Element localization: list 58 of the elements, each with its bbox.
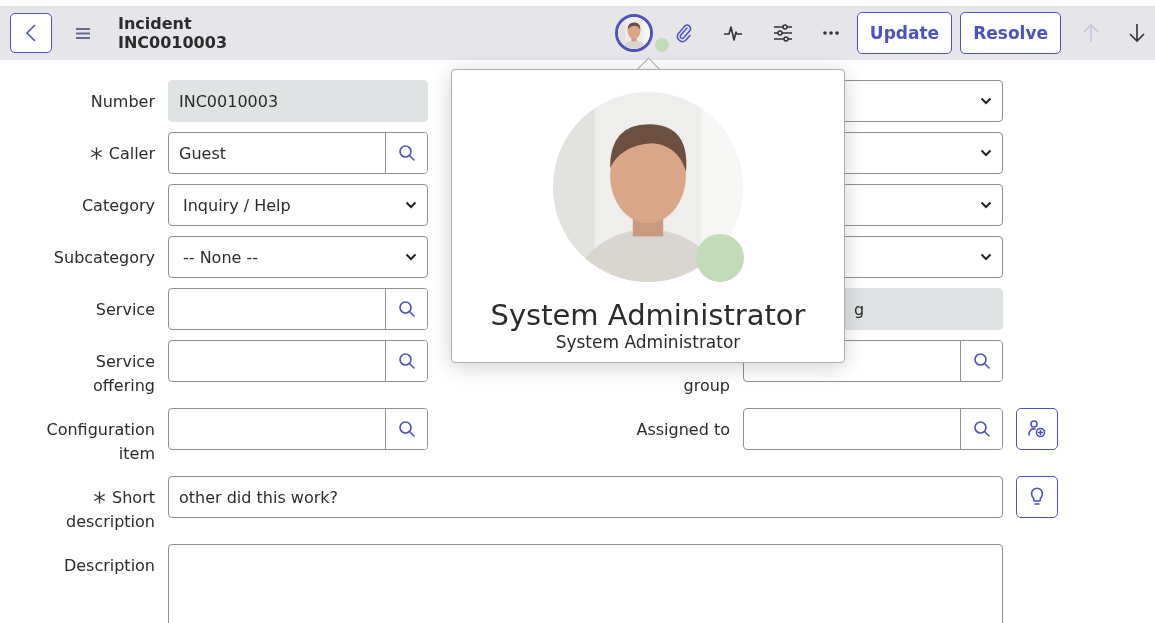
field-label: Short description bbox=[66, 488, 155, 531]
action-button[interactable]: Update bbox=[856, 12, 953, 54]
chevron-down-icon bbox=[980, 201, 992, 209]
search-button[interactable] bbox=[385, 409, 427, 449]
chevron-down-icon bbox=[980, 253, 992, 261]
search-icon bbox=[972, 420, 991, 438]
search-button[interactable] bbox=[960, 341, 1002, 381]
record-number: INC0010003 bbox=[118, 33, 227, 52]
action-button[interactable]: Resolve bbox=[960, 12, 1061, 54]
arrow-down-icon[interactable] bbox=[1129, 23, 1145, 43]
select-field[interactable]: -- None -- bbox=[168, 236, 428, 278]
lookup-field[interactable] bbox=[168, 408, 428, 450]
textarea-field[interactable] bbox=[168, 544, 1003, 623]
chevron-down-icon bbox=[405, 201, 417, 209]
add-person-icon bbox=[1027, 419, 1047, 439]
search-button[interactable] bbox=[385, 289, 427, 329]
field-label: Description bbox=[63, 556, 155, 575]
field-label: Caller bbox=[108, 144, 155, 163]
presence-dot bbox=[696, 234, 744, 282]
lookup-field[interactable]: Guest bbox=[168, 132, 428, 174]
lookup-field[interactable] bbox=[168, 288, 428, 330]
chevron-down-icon bbox=[980, 97, 992, 105]
field-label: group bbox=[683, 376, 730, 395]
pulse-icon[interactable] bbox=[722, 24, 743, 42]
field-label: Configuration item bbox=[46, 420, 155, 463]
menu-icon[interactable] bbox=[76, 27, 90, 39]
text-field[interactable]: other did this work? bbox=[168, 476, 1003, 518]
search-icon bbox=[397, 144, 416, 162]
search-icon bbox=[397, 420, 416, 438]
readonly-field[interactable]: INC0010003 bbox=[168, 80, 428, 122]
field-label: Service offering bbox=[93, 352, 155, 395]
select-field[interactable]: Inquiry / Help bbox=[168, 184, 428, 226]
assign-button[interactable] bbox=[1016, 408, 1058, 450]
field-label: Assigned to bbox=[636, 420, 730, 439]
paperclip-icon[interactable] bbox=[674, 23, 693, 43]
sliders-icon[interactable] bbox=[772, 24, 793, 42]
search-icon bbox=[397, 352, 416, 370]
field-label: Service bbox=[95, 300, 155, 319]
search-button[interactable] bbox=[960, 409, 1002, 449]
record-type: Incident bbox=[118, 14, 193, 33]
lookup-field[interactable] bbox=[168, 340, 428, 382]
back-button[interactable] bbox=[10, 13, 52, 53]
field-label: Number bbox=[90, 92, 155, 111]
search-icon bbox=[397, 300, 416, 318]
chevron-down-icon bbox=[980, 149, 992, 157]
lightbulb-icon bbox=[1029, 487, 1045, 507]
avatar[interactable] bbox=[614, 14, 653, 52]
search-button[interactable] bbox=[385, 133, 427, 173]
profile-title: System Administrator bbox=[555, 332, 741, 352]
more-icon[interactable] bbox=[822, 31, 839, 35]
lookup-field[interactable] bbox=[743, 408, 1003, 450]
chevron-down-icon bbox=[405, 253, 417, 261]
suggest-button[interactable] bbox=[1016, 476, 1058, 518]
search-button[interactable] bbox=[385, 341, 427, 381]
chevron-left-icon bbox=[25, 23, 37, 43]
field-label: Category bbox=[81, 196, 155, 215]
search-icon bbox=[972, 352, 991, 370]
field-label: Subcategory bbox=[53, 248, 155, 267]
